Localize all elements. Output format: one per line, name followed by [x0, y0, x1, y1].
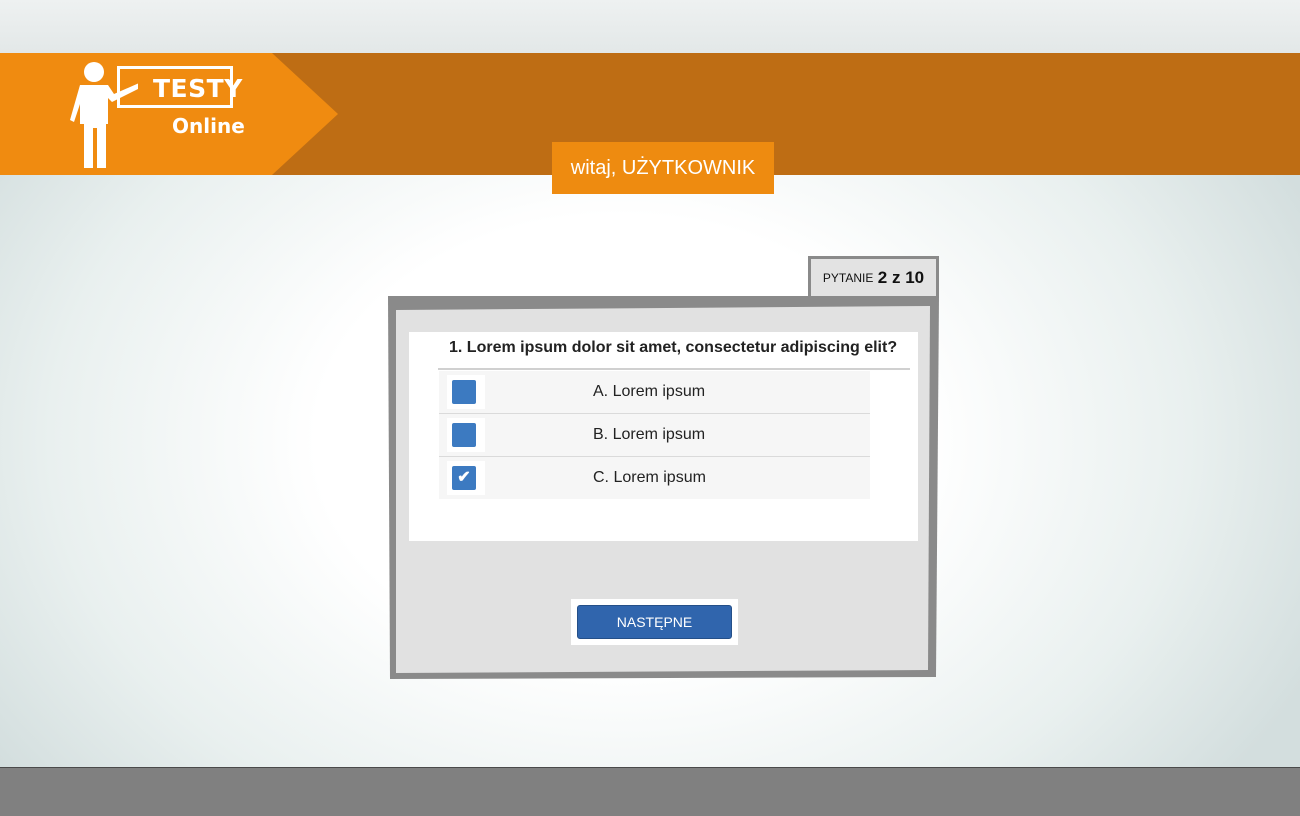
greeting-label: witaj, UŻYTKOWNIK [552, 142, 774, 194]
answer-option-a[interactable]: A. Lorem ipsum [439, 371, 870, 414]
divider [438, 368, 910, 370]
question-text: 1. Lorem ipsum dolor sit amet, consectet… [449, 339, 898, 356]
counter-value: 2 z 10 [877, 268, 925, 287]
next-button[interactable]: NASTĘPNE [577, 605, 732, 639]
question-counter: PYTANIE 2 z 10 [808, 256, 939, 298]
answer-option-b[interactable]: B. Lorem ipsum [439, 414, 870, 457]
option-label: A. Lorem ipsum [593, 383, 706, 400]
option-label: C. Lorem ipsum [593, 469, 706, 486]
checkbox-unchecked[interactable] [452, 380, 476, 404]
option-label: B. Lorem ipsum [593, 426, 706, 443]
top-strip [0, 0, 1300, 53]
logo[interactable]: TESTY Online [0, 53, 338, 175]
logo-title: TESTY [153, 74, 243, 103]
next-button-wrapper: NASTĘPNE [571, 599, 738, 645]
counter-prefix: PYTANIE [822, 271, 874, 285]
checkbox-checked[interactable]: ✔ [452, 466, 476, 490]
checkmark-icon: ✔ [457, 469, 471, 486]
checkbox-wrapper [447, 375, 485, 409]
checkbox-wrapper: ✔ [447, 461, 485, 495]
logo-subtitle: Online [172, 114, 245, 138]
checkbox-unchecked[interactable] [452, 423, 476, 447]
footer-bar [0, 767, 1300, 816]
checkbox-wrapper [447, 418, 485, 452]
answer-option-c[interactable]: ✔ C. Lorem ipsum [439, 457, 870, 499]
